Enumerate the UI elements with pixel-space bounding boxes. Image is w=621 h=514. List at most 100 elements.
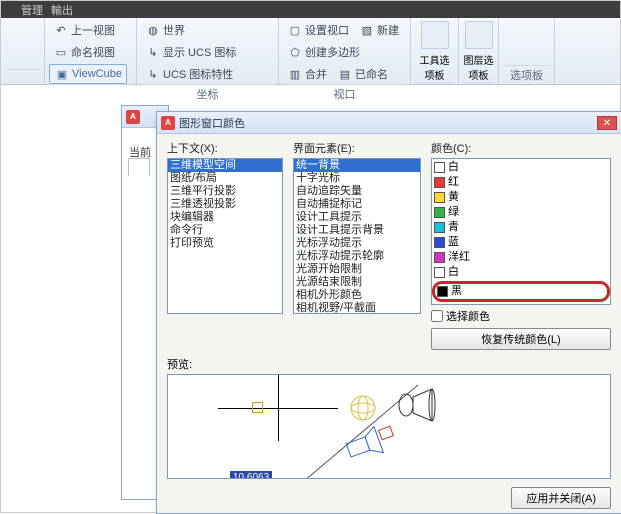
list-item[interactable]: 光标浮动提示轮廓 bbox=[294, 250, 420, 263]
close-icon[interactable]: ✕ bbox=[597, 116, 617, 130]
tag-icon: ▭ bbox=[53, 44, 69, 60]
dialog-titlebar[interactable]: A 图形窗口颜色 ✕ bbox=[157, 112, 621, 134]
ucs-icon-props-button[interactable]: ↳UCS 图标特性 bbox=[141, 64, 237, 84]
list-item[interactable]: 相机视野/平截面 bbox=[294, 302, 420, 314]
list-item[interactable]: 命令行 bbox=[168, 224, 282, 237]
dialog-title: 图形窗口颜色 bbox=[179, 115, 593, 131]
swatch-icon bbox=[434, 252, 445, 263]
list-item[interactable]: 自动捕捉标记 bbox=[294, 198, 420, 211]
list-icon: ▤ bbox=[337, 66, 353, 82]
checkbox-icon[interactable] bbox=[431, 310, 443, 322]
app-logo-icon: A bbox=[126, 110, 140, 124]
list-item[interactable]: 十字光标 bbox=[294, 172, 420, 185]
ribbon-group-layer: 图层选项板 bbox=[459, 18, 499, 84]
color-option-highlighted[interactable]: 黑 bbox=[432, 281, 610, 302]
axis-icon: ↳ bbox=[145, 44, 161, 60]
menubar: 管理 輸出 bbox=[1, 1, 620, 18]
color-option[interactable]: 绿 bbox=[432, 205, 610, 220]
new-viewport-button[interactable]: ▧新建 bbox=[355, 20, 403, 40]
merge-viewport-button[interactable]: ▥合并 bbox=[283, 64, 331, 84]
app-logo-icon: A bbox=[161, 116, 175, 130]
context-column: 上下文(X): 三维模型空间 图纸/布局 三维平行投影 三维透视投影 块编辑器 … bbox=[167, 140, 283, 350]
color-option[interactable]: 红 bbox=[432, 175, 610, 190]
color-option[interactable]: 白 bbox=[432, 265, 610, 280]
prev-view-button[interactable]: ↶上一视图 bbox=[49, 20, 119, 40]
ribbon-group-viewport: ▢设置视口 ▧新建 ⬠创建多边形 ▥合并 ▤已命名 视口 bbox=[279, 18, 411, 84]
select-color-checkbox[interactable]: 选择颜色 bbox=[431, 308, 611, 324]
set-viewport-button[interactable]: ▢设置视口 bbox=[283, 20, 353, 40]
list-item[interactable]: 三维模型空间 bbox=[168, 159, 282, 172]
ribbon: ↶上一视图 ▭命名视图 ▣ViewCube ◍世界 ↳显示 UCS 图标 ↳UC… bbox=[1, 18, 620, 85]
color-option[interactable]: 青 bbox=[432, 220, 610, 235]
ucs-world-button[interactable]: ◍世界 bbox=[141, 20, 189, 40]
list-item[interactable]: 设计工具提示 bbox=[294, 211, 420, 224]
named-view-button[interactable]: ▭命名视图 bbox=[49, 42, 119, 62]
element-column: 界面元素(E): 统一背景 十字光标 自动追踪矢量 自动捕捉标记 设计工具提示 … bbox=[293, 140, 421, 350]
list-item[interactable]: 统一背景 bbox=[294, 159, 420, 172]
color-option[interactable]: 黄 bbox=[432, 190, 610, 205]
color-option[interactable]: 白 bbox=[432, 160, 610, 175]
swatch-icon bbox=[437, 286, 448, 297]
color-dialog: A 图形窗口颜色 ✕ 上下文(X): 三维模型空间 图纸/布局 三维平行投影 三… bbox=[156, 111, 621, 514]
list-item[interactable]: 三维平行投影 bbox=[168, 185, 282, 198]
ucs-show-icon-button[interactable]: ↳显示 UCS 图标 bbox=[141, 42, 240, 62]
preview-label: 预览: bbox=[167, 356, 611, 372]
ribbon-group-view: ↶上一视图 ▭命名视图 ▣ViewCube bbox=[45, 18, 137, 84]
swatch-icon bbox=[434, 192, 445, 203]
globe-icon: ◍ bbox=[145, 22, 161, 38]
menu-item[interactable]: 輸出 bbox=[51, 2, 73, 18]
preview-drawing-icon bbox=[208, 375, 438, 479]
swatch-icon bbox=[434, 237, 445, 248]
named-viewport-button[interactable]: ▤已命名 bbox=[333, 64, 392, 84]
ribbon-group-ucs: ◍世界 ↳显示 UCS 图标 ↳UCS 图标特性 坐标 bbox=[137, 18, 279, 84]
color-option[interactable]: 洋红 bbox=[432, 250, 610, 265]
polygon-icon: ⬠ bbox=[287, 44, 303, 60]
swatch-icon bbox=[434, 222, 445, 233]
element-listbox[interactable]: 统一背景 十字光标 自动追踪矢量 自动捕捉标记 设计工具提示 设计工具提示背景 … bbox=[293, 158, 421, 314]
list-item[interactable]: 光源结束限制 bbox=[294, 276, 420, 289]
layer-palette-icon[interactable] bbox=[465, 21, 493, 49]
list-item[interactable]: 相机外形颜色 bbox=[294, 289, 420, 302]
context-listbox[interactable]: 三维模型空间 图纸/布局 三维平行投影 三维透视投影 块编辑器 命令行 打印预览 bbox=[167, 158, 283, 314]
arrow-up-left-icon: ↶ bbox=[53, 22, 69, 38]
tool-palette-icon[interactable] bbox=[421, 21, 449, 49]
list-item[interactable]: 光源开始限制 bbox=[294, 263, 420, 276]
color-label: 颜色(C): bbox=[431, 140, 611, 156]
coord-readout: 10.6063 bbox=[230, 471, 272, 479]
cube-icon: ▣ bbox=[54, 66, 70, 82]
pickbox-icon bbox=[252, 402, 263, 413]
list-item[interactable]: 块编辑器 bbox=[168, 211, 282, 224]
color-column: 颜色(C): 白 红 黄 绿 青 蓝 洋红 白 黑 选择颜色 恢复传统颜色(L) bbox=[431, 140, 611, 350]
merge-icon: ▥ bbox=[287, 66, 303, 82]
list-item[interactable]: 图纸/布局 bbox=[168, 172, 282, 185]
plus-icon: ▧ bbox=[359, 22, 375, 38]
list-item[interactable]: 打印预览 bbox=[168, 237, 282, 250]
axis-icon: ↳ bbox=[145, 66, 161, 82]
ribbon-group-blank bbox=[1, 18, 45, 84]
ribbon-group-label: 选项板 bbox=[503, 65, 550, 84]
ribbon-group-label: 坐标 bbox=[141, 84, 274, 103]
ribbon-group-tool: 工具选项板 bbox=[411, 18, 459, 84]
swatch-icon bbox=[434, 267, 445, 278]
color-listbox[interactable]: 白 红 黄 绿 青 蓝 洋红 白 黑 bbox=[431, 158, 611, 305]
viewcube-button[interactable]: ▣ViewCube bbox=[49, 64, 127, 84]
element-label: 界面元素(E): bbox=[293, 140, 421, 156]
swatch-icon bbox=[434, 162, 445, 173]
context-label: 上下文(X): bbox=[167, 140, 283, 156]
list-item[interactable]: 设计工具提示背景 bbox=[294, 224, 420, 237]
restore-colors-button[interactable]: 恢复传统颜色(L) bbox=[431, 328, 611, 350]
list-item[interactable]: 自动追踪矢量 bbox=[294, 185, 420, 198]
list-item[interactable]: 三维透视投影 bbox=[168, 198, 282, 211]
preview-canvas: 10.6063 28.2280 6.0884 bbox=[167, 374, 611, 479]
polygon-viewport-button[interactable]: ⬠创建多边形 bbox=[283, 42, 364, 62]
menu-item[interactable]: 管理 bbox=[21, 2, 43, 18]
list-item[interactable]: 光标浮动提示 bbox=[294, 237, 420, 250]
underlying-dialog-tab[interactable] bbox=[128, 158, 150, 176]
ribbon-group-label: 视口 bbox=[283, 84, 406, 103]
viewport-icon: ▢ bbox=[287, 22, 303, 38]
apply-close-button[interactable]: 应用并关闭(A) bbox=[511, 487, 611, 509]
swatch-icon bbox=[434, 207, 445, 218]
color-option[interactable]: 蓝 bbox=[432, 235, 610, 250]
crosshair-v-icon bbox=[278, 375, 279, 441]
ribbon-group-palette: 选项板 bbox=[499, 18, 555, 84]
